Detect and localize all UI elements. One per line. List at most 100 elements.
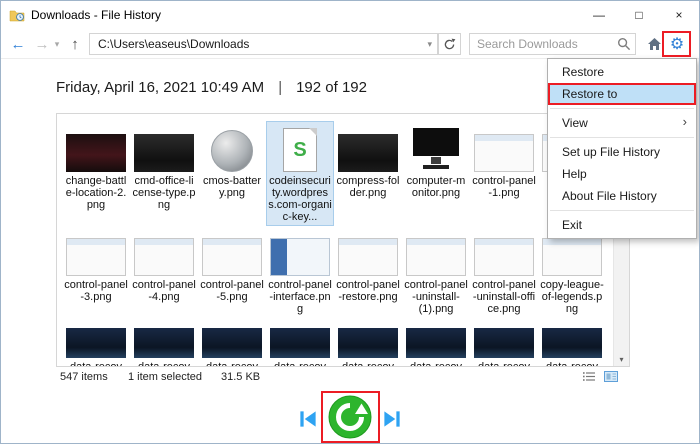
file-thumbnail (474, 238, 534, 276)
items-count-status: 547 items (60, 371, 108, 383)
recent-locations-dropdown-icon[interactable]: ▾ (51, 32, 63, 56)
menu-item-view-label: View (562, 116, 588, 130)
file-item[interactable]: copy-league-of-legends.png (539, 226, 605, 317)
file-label: control-panel-5.png (200, 279, 264, 303)
scrollbar-down-icon[interactable]: ▾ (614, 352, 629, 366)
file-item[interactable]: control-panel-restore.png (335, 226, 401, 317)
address-bar[interactable]: C:\Users\easeus\Downloads ▾ (89, 33, 438, 55)
file-label: data-recov (404, 361, 468, 367)
file-thumbnail (134, 238, 194, 276)
file-item[interactable]: cmos-battery.png (199, 122, 265, 225)
menu-item-about-file-history[interactable]: About File History (548, 185, 696, 207)
file-item[interactable]: computer-monitor.png (403, 122, 469, 225)
file-item[interactable]: data-recov (539, 324, 605, 367)
file-label: computer-monitor.png (404, 175, 468, 199)
file-label: control-panel-uninstall-(1).png (404, 279, 468, 315)
minimize-button[interactable]: — (579, 1, 619, 29)
file-item[interactable]: data-recov (131, 324, 197, 367)
file-thumbnail (202, 238, 262, 276)
list-view-icon[interactable] (582, 371, 596, 382)
home-button[interactable] (644, 33, 664, 55)
size-status: 31.5 KB (221, 371, 260, 383)
file-item[interactable]: cmd-office-license-type.png (131, 122, 197, 225)
file-thumbnail (66, 238, 126, 276)
settings-context-menu: Restore Restore to View › Set up File Hi… (547, 58, 697, 239)
file-item[interactable]: control-panel-interface.png (267, 226, 333, 317)
address-dropdown-icon[interactable]: ▾ (427, 34, 432, 54)
file-item[interactable]: control-panel-uninstall-(1).png (403, 226, 469, 317)
file-thumbnail: S (283, 128, 317, 172)
file-label: change-battle-location-2.png (64, 175, 128, 211)
file-row-3: data-recov data-recov data-recov data-re… (63, 324, 607, 367)
selection-status: 1 item selected (128, 371, 202, 383)
file-thumbnail (202, 328, 262, 358)
file-row-1: change-battle-location-2.png cmd-office-… (63, 122, 607, 225)
next-version-button[interactable] (380, 407, 404, 431)
file-item[interactable]: data-recov (63, 324, 129, 367)
file-item[interactable]: data-recov (267, 324, 333, 367)
menu-separator (550, 108, 694, 109)
file-label: data-recov (132, 361, 196, 367)
file-label: data-recov (64, 361, 128, 367)
backup-date-text: Friday, April 16, 2021 10:49 AM (56, 79, 264, 96)
file-thumbnail (270, 328, 330, 358)
settings-gear-button[interactable]: ⚙ (667, 32, 687, 56)
close-button[interactable]: × (659, 1, 699, 29)
file-thumbnail (542, 238, 602, 276)
title-bar: Downloads - File History — □ × (1, 1, 699, 29)
file-item[interactable]: change-battle-location-2.png (63, 122, 129, 225)
thumbnail-view-icon[interactable] (604, 371, 618, 382)
file-label: data-recov (268, 361, 332, 367)
file-item[interactable]: control-panel-5.png (199, 226, 265, 317)
file-thumbnail (211, 130, 253, 172)
status-bar: 547 items 1 item selected 31.5 KB (56, 370, 630, 386)
file-item[interactable]: compress-folder.png (335, 122, 401, 225)
up-button[interactable]: ↑ (64, 32, 86, 56)
file-label: cmd-office-license-type.png (132, 175, 196, 211)
search-input[interactable] (470, 34, 614, 54)
file-thumbnail (338, 238, 398, 276)
file-item[interactable]: control-panel-uninstall-office.png (471, 226, 537, 317)
file-item[interactable]: control-panel-4.png (131, 226, 197, 317)
file-item[interactable]: data-recov (471, 324, 537, 367)
previous-version-button[interactable] (296, 407, 320, 431)
file-item[interactable]: control-panel-3.png (63, 226, 129, 317)
file-label: cmos-battery.png (200, 175, 264, 199)
file-list: change-battle-location-2.png cmd-office-… (56, 113, 630, 367)
menu-item-view[interactable]: View › (548, 112, 696, 134)
file-item[interactable]: data-recov (403, 324, 469, 367)
restore-button[interactable] (328, 395, 372, 439)
file-label: data-recov (200, 361, 264, 367)
refresh-icon (443, 38, 456, 51)
file-thumbnail (66, 134, 126, 172)
back-button[interactable]: ← (7, 32, 29, 56)
file-label: data-recov (540, 361, 604, 367)
file-label: compress-folder.png (336, 175, 400, 199)
menu-item-exit[interactable]: Exit (548, 214, 696, 236)
version-count: 192 of 192 (296, 79, 367, 96)
file-thumbnail (270, 238, 330, 276)
search-icon[interactable] (617, 37, 631, 51)
refresh-button[interactable] (438, 33, 461, 55)
file-history-app-icon (9, 8, 25, 22)
file-thumbnail (338, 328, 398, 358)
file-thumbnail (66, 328, 126, 358)
file-thumbnail (413, 128, 459, 172)
address-path[interactable]: C:\Users\easeus\Downloads (98, 34, 249, 54)
file-item[interactable]: control-panel-1.png (471, 122, 537, 225)
file-item-selected[interactable]: S codeinsecurity.wordpress.com-organic-k… (267, 122, 333, 225)
file-label: copy-league-of-legends.png (540, 279, 604, 315)
menu-item-help[interactable]: Help (548, 163, 696, 185)
file-thumbnail (474, 328, 534, 358)
file-label: control-panel-3.png (64, 279, 128, 303)
file-label: control-panel-1.png (472, 175, 536, 199)
menu-item-restore[interactable]: Restore (548, 61, 696, 83)
menu-item-restore-to[interactable]: Restore to (548, 83, 696, 105)
file-item[interactable]: data-recov (335, 324, 401, 367)
file-thumbnail (406, 238, 466, 276)
maximize-button[interactable]: □ (619, 1, 659, 29)
forward-button[interactable]: → (31, 32, 53, 56)
file-history-window: Downloads - File History — □ × ← → ▾ ↑ C… (0, 0, 700, 444)
menu-item-setup-file-history[interactable]: Set up File History (548, 141, 696, 163)
file-item[interactable]: data-recov (199, 324, 265, 367)
